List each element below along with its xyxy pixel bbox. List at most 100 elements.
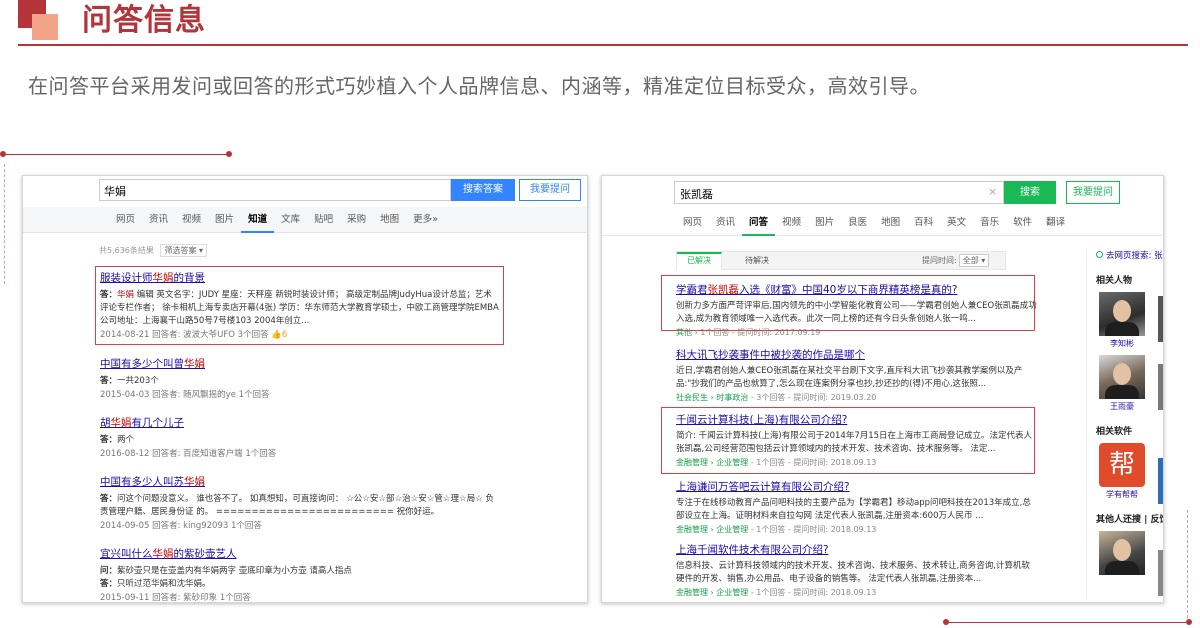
person-name-link[interactable]: 李知彬 (1096, 338, 1148, 349)
question-label: 问： (100, 566, 118, 576)
tab-images[interactable]: 图片 (808, 210, 841, 236)
title-text: 的紫砂壶艺人 (173, 548, 237, 560)
tab-wenku[interactable]: 文库 (274, 207, 307, 233)
tab-news[interactable]: 资讯 (142, 207, 175, 233)
title-keyword: 华娟 (184, 476, 205, 488)
clear-icon[interactable]: × (988, 185, 997, 198)
tab-music[interactable]: 音乐 (973, 210, 1006, 236)
category-link[interactable]: 金融管理 (676, 588, 708, 597)
tab-images[interactable]: 图片 (208, 207, 241, 233)
tab-purchase[interactable]: 采购 (340, 207, 373, 233)
decor-dot (1186, 619, 1192, 625)
page-title: 问答信息 (82, 3, 206, 38)
avatar[interactable] (1099, 531, 1145, 575)
result-title-link[interactable]: 胡华娟有几个儿子 (100, 415, 500, 430)
tab-doctor[interactable]: 良医 (841, 210, 874, 236)
filter-answers-dropdown[interactable]: 筛选答案 ▾ (160, 244, 208, 257)
answer-snippet: 答：两个 (100, 434, 500, 447)
tab-zhidao[interactable]: 知道 (241, 207, 275, 233)
category-link[interactable]: 金融管理 (676, 525, 708, 534)
answer-snippet: 信息科技、云计算科技领域内的技术开发、技术咨询、技术服务、技术转让,商务咨询,计… (676, 561, 1030, 584)
highlight-box (661, 407, 1035, 474)
clipped-thumbnail (1158, 550, 1163, 596)
subcategory-link[interactable]: 时事政治 (716, 393, 748, 402)
result-meta: 2015-09-11 回答者: 紫砂印象 1个回答 (100, 593, 251, 603)
subcategory-link[interactable]: 企业管理 (716, 588, 748, 597)
answer-text: 两个 (117, 435, 135, 445)
screenshot-360-wenda: 张凯磊 × 搜索 我要提问 网页 资讯 问答 视频 图片 良医 地图 百科 英文… (601, 175, 1164, 603)
search-input[interactable]: 华娟 (99, 179, 451, 201)
ask-question-button[interactable]: 我要提问 (1066, 181, 1120, 204)
tab-web[interactable]: 网页 (109, 207, 142, 233)
tab-english[interactable]: 英文 (940, 210, 973, 236)
clipped-thumbnail (1158, 458, 1163, 504)
highlight-box (661, 275, 1035, 331)
tab-tieba[interactable]: 贴吧 (307, 207, 340, 233)
decor-dot (226, 151, 232, 157)
title-keyword: 华娟 (184, 358, 205, 370)
person-name-link[interactable]: 王雨豪 (1096, 401, 1148, 412)
result-title-link[interactable]: 中国有多少人叫苏华娟 (100, 474, 500, 489)
search-ring-icon (1096, 251, 1103, 258)
tab-web[interactable]: 网页 (676, 210, 709, 236)
list-item: 胡华娟有几个儿子 答：两个 2016-08-12 回答者: 百度知道客户端 1个… (100, 415, 500, 459)
answer-snippet: 答：一共203个 (100, 375, 500, 388)
web-search-link[interactable]: 去网页搜索: 张 (1096, 249, 1163, 261)
avatar[interactable] (1099, 292, 1145, 336)
title-text: 中国有多少个叫曾 (100, 358, 184, 370)
search-button[interactable]: 搜索 (1004, 181, 1056, 204)
ask-question-button[interactable]: 我要提问 (519, 179, 581, 201)
time-filter-select[interactable]: 全部 ▾ (958, 254, 990, 267)
nav-bar: 网页 资讯 问答 视频 图片 良医 地图 百科 英文 音乐 软件 翻译 (602, 210, 1163, 236)
result-meta: 金融管理 › 企业管理 - 1个回答 - 提问时间: 2018.09.13 (676, 588, 877, 597)
list-item: 中国有多少个叫曾华娟 答：一共203个 2015-04-03 回答者: 随风飘摇… (100, 356, 500, 400)
tab-pending[interactable]: 待解决 (735, 252, 779, 270)
tab-more[interactable]: 更多» (406, 207, 445, 233)
highlight-box (95, 266, 504, 345)
result-count: 共5,636条结果 筛选答案 ▾ (99, 244, 208, 257)
time-filter-label: 提问时间: (922, 256, 957, 265)
tab-video[interactable]: 视频 (175, 207, 208, 233)
tab-news[interactable]: 资讯 (709, 210, 742, 236)
avatar[interactable] (1099, 355, 1145, 399)
app-name-link[interactable]: 学有帮帮 (1096, 489, 1148, 500)
tab-video[interactable]: 视频 (775, 210, 808, 236)
tab-baike[interactable]: 百科 (907, 210, 940, 236)
answer-text: 只听过范华娟和沈华娟。 (117, 579, 211, 589)
tab-solved[interactable]: 已解决 (677, 252, 722, 270)
tab-map[interactable]: 地图 (373, 207, 406, 233)
category-link[interactable]: 社会民生 (676, 393, 708, 402)
search-answers-button[interactable]: 搜索答案 (451, 179, 515, 201)
nav-tabs: 网页 资讯 问答 视频 图片 良医 地图 百科 英文 音乐 软件 翻译 (676, 210, 1072, 236)
others-searched-heading: 其他人还搜 | 反馈 (1096, 515, 1164, 525)
tab-software[interactable]: 软件 (1006, 210, 1039, 236)
result-title-link[interactable]: 科大讯飞抄袭事件中被抄袭的作品是哪个 (676, 347, 1038, 362)
decor-dot (0, 151, 6, 157)
result-meta: 2014-09-05 回答者: king92093 1个回答 (100, 521, 262, 531)
list-item: 宜兴叫什么华娟的紫砂壶艺人 问：紫砂壶只是在壶盖内有华娟两字 壶底印章为小方壶 … (100, 546, 500, 603)
screenshot-zhidao: 华娟 搜索答案 我要提问 网页 资讯 视频 图片 知道 文库 贴吧 采购 地图 … (22, 175, 588, 603)
answer-snippet: 近日,学霸君创始人兼CEO张凯磊在某社交平台刷下文字,直斥科大讯飞抄袭其教学案例… (676, 366, 1023, 389)
title-keyword: 华娟 (110, 417, 132, 429)
tab-map[interactable]: 地图 (874, 210, 907, 236)
title-text: 胡 (100, 417, 111, 429)
search-input[interactable]: 张凯磊 (674, 181, 1004, 204)
tab-translate[interactable]: 翻译 (1039, 210, 1072, 236)
result-count-text: 共5,636条结果 (99, 246, 154, 255)
related-software-heading: 相关软件 (1096, 427, 1133, 437)
subcategory-link[interactable]: 企业管理 (716, 525, 748, 534)
tab-wenda[interactable]: 问答 (742, 210, 776, 236)
result-title-link[interactable]: 上海谦问万答吧云计算有限公司介绍? (676, 479, 1038, 494)
result-title-link[interactable]: 上海千闻软件技术有限公司介绍? (676, 542, 1038, 557)
nav-tabs: 网页 资讯 视频 图片 知道 文库 贴吧 采购 地图 更多» (109, 207, 445, 233)
answer-label: 答： (100, 376, 118, 386)
app-icon[interactable]: 帮 (1099, 443, 1145, 487)
question-text: 紫砂壶只是在壶盖内有华娟两字 壶底印章为小方壶 请高人指点 (117, 566, 352, 576)
answer-text: 一共203个 (117, 376, 159, 386)
related-people-heading: 相关人物 (1096, 276, 1133, 286)
result-title-link[interactable]: 中国有多少个叫曾华娟 (100, 356, 500, 371)
result-title-link[interactable]: 宜兴叫什么华娟的紫砂壶艺人 (100, 546, 500, 561)
time-filter: 提问时间: 全部 ▾ (922, 254, 990, 267)
list-item: 科大讯飞抄袭事件中被抄袭的作品是哪个 近日,学霸君创始人兼CEO张凯磊在某社交平… (676, 347, 1038, 403)
list-item: 上海千闻软件技术有限公司介绍? 信息科技、云计算科技领域内的技术开发、技术咨询、… (676, 542, 1038, 598)
